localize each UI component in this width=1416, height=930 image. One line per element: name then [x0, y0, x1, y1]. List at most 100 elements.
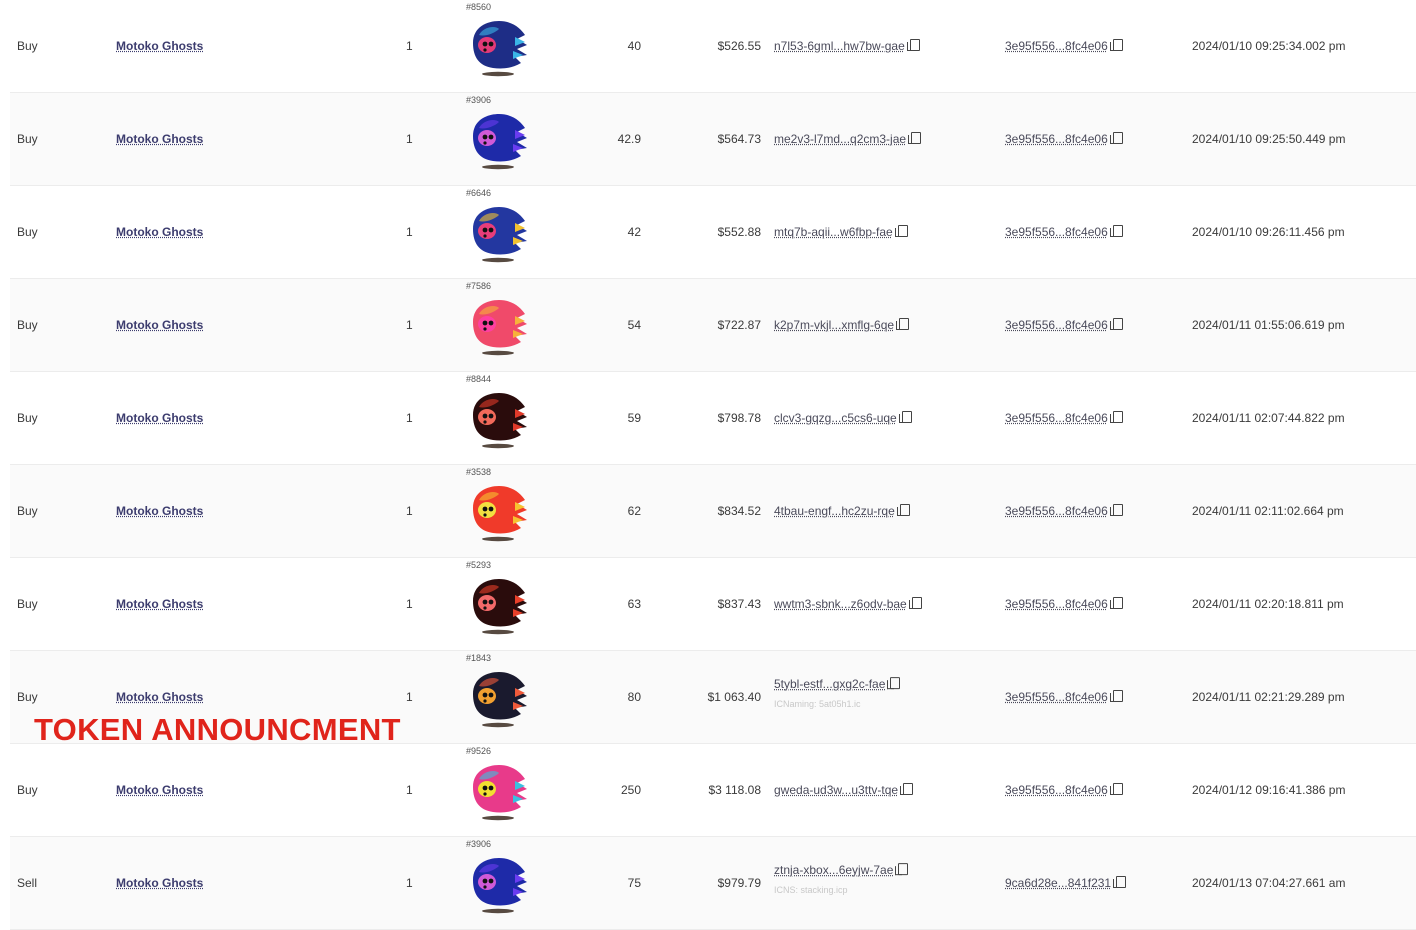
from-address-cell: 5tybl-estf...gxg2c-fae ICNaming: 5at05h1…: [774, 677, 900, 709]
to-address-link[interactable]: 3e95f556...8fc4e06: [1005, 411, 1108, 425]
collection-link[interactable]: Motoko Ghosts: [116, 39, 203, 53]
from-address-link[interactable]: n7l53-6gml...hw7bw-gae: [774, 39, 905, 53]
from-address-cell: gweda-ud3w...u3ttv-tqe: [774, 783, 913, 797]
copy-icon[interactable]: [890, 677, 900, 689]
table-row: Buy Motoko Ghosts 1 #8560 40 $526.55 n7l…: [10, 0, 1416, 93]
nft-ghost-image[interactable]: [465, 666, 531, 728]
tx-type: Buy: [17, 783, 38, 797]
table-row: Buy Motoko Ghosts 1 #9526 250 $3 118.08 …: [10, 744, 1416, 837]
copy-icon[interactable]: [1113, 504, 1123, 516]
to-address-link[interactable]: 3e95f556...8fc4e06: [1005, 597, 1108, 611]
table-row: Buy Motoko Ghosts 1 #7586 54 $722.87 k2p…: [10, 279, 1416, 372]
from-address-link[interactable]: me2v3-l7md...q2cm3-jae: [774, 132, 906, 146]
token-id: #8560: [466, 2, 491, 12]
from-name-label: ICNaming: 5at05h1.ic: [774, 699, 900, 709]
copy-icon[interactable]: [1113, 318, 1123, 330]
from-address-link[interactable]: 4tbau-engf...hc2zu-rqe: [774, 504, 895, 518]
price-icp: 250: [621, 783, 641, 797]
quantity: 1: [406, 597, 413, 611]
nft-ghost-image[interactable]: [465, 294, 531, 356]
copy-icon[interactable]: [902, 411, 912, 423]
token-id: #8844: [466, 374, 491, 384]
collection-link[interactable]: Motoko Ghosts: [116, 876, 203, 890]
from-address-cell: n7l53-6gml...hw7bw-gae: [774, 39, 920, 53]
from-address-link[interactable]: 5tybl-estf...gxg2c-fae: [774, 677, 885, 691]
quantity: 1: [406, 39, 413, 53]
from-address-link[interactable]: wwtm3-sbnk...z6odv-bae: [774, 597, 907, 611]
collection-link[interactable]: Motoko Ghosts: [116, 318, 203, 332]
to-address-link[interactable]: 3e95f556...8fc4e06: [1005, 225, 1108, 239]
token-id: #5293: [466, 560, 491, 570]
nft-ghost-image[interactable]: [465, 15, 531, 77]
copy-icon[interactable]: [910, 39, 920, 51]
collection-link[interactable]: Motoko Ghosts: [116, 783, 203, 797]
quantity: 1: [406, 690, 413, 704]
nft-ghost-image[interactable]: [465, 573, 531, 635]
copy-icon[interactable]: [1116, 876, 1126, 888]
from-address-link[interactable]: gweda-ud3w...u3ttv-tqe: [774, 783, 898, 797]
from-address-cell: me2v3-l7md...q2cm3-jae: [774, 132, 921, 146]
collection-link[interactable]: Motoko Ghosts: [116, 690, 203, 704]
nft-ghost-image[interactable]: [465, 108, 531, 170]
quantity: 1: [406, 876, 413, 890]
to-address-link[interactable]: 3e95f556...8fc4e06: [1005, 39, 1108, 53]
collection-link[interactable]: Motoko Ghosts: [116, 132, 203, 146]
to-address-link[interactable]: 3e95f556...8fc4e06: [1005, 132, 1108, 146]
tx-type: Sell: [17, 876, 37, 890]
copy-icon[interactable]: [1113, 132, 1123, 144]
price-usd: $3 118.08: [709, 783, 762, 797]
copy-icon[interactable]: [898, 863, 908, 875]
to-address-link[interactable]: 3e95f556...8fc4e06: [1005, 318, 1108, 332]
copy-icon[interactable]: [912, 597, 922, 609]
price-usd: $552.88: [718, 225, 761, 239]
from-address-link[interactable]: mtq7b-aqii...w6fbp-fae: [774, 225, 893, 239]
collection-link[interactable]: Motoko Ghosts: [116, 504, 203, 518]
tx-type: Buy: [17, 690, 38, 704]
to-address-link[interactable]: 3e95f556...8fc4e06: [1005, 783, 1108, 797]
copy-icon[interactable]: [900, 504, 910, 516]
copy-icon[interactable]: [1113, 225, 1123, 237]
from-address-cell: 4tbau-engf...hc2zu-rqe: [774, 504, 910, 518]
price-icp: 75: [628, 876, 641, 890]
table-row: Buy Motoko Ghosts 1 #8844 59 $798.78 clc…: [10, 372, 1416, 465]
quantity: 1: [406, 783, 413, 797]
tx-date: 2024/01/11 02:07:44.822 pm: [1192, 411, 1345, 425]
copy-icon[interactable]: [1113, 39, 1123, 51]
copy-icon[interactable]: [911, 132, 921, 144]
from-address-link[interactable]: k2p7m-vkjl...xmflg-6qe: [774, 318, 894, 332]
transactions-table: Buy Motoko Ghosts 1 #8560 40 $526.55 n7l…: [10, 0, 1416, 930]
to-address-cell: 3e95f556...8fc4e06: [1005, 411, 1123, 425]
tx-date: 2024/01/11 01:55:06.619 pm: [1192, 318, 1345, 332]
price-icp: 54: [628, 318, 641, 332]
copy-icon[interactable]: [1113, 597, 1123, 609]
token-id: #7586: [466, 281, 491, 291]
nft-ghost-image[interactable]: [465, 480, 531, 542]
collection-link[interactable]: Motoko Ghosts: [116, 411, 203, 425]
token-id: #1843: [466, 653, 491, 663]
price-icp: 62: [628, 504, 641, 518]
price-icp: 40: [628, 39, 641, 53]
copy-icon[interactable]: [903, 783, 913, 795]
copy-icon[interactable]: [899, 318, 909, 330]
from-address-cell: k2p7m-vkjl...xmflg-6qe: [774, 318, 909, 332]
nft-ghost-image[interactable]: [465, 387, 531, 449]
to-address-link[interactable]: 9ca6d28e...841f231: [1005, 876, 1111, 890]
collection-link[interactable]: Motoko Ghosts: [116, 225, 203, 239]
copy-icon[interactable]: [1113, 690, 1123, 702]
collection-link[interactable]: Motoko Ghosts: [116, 597, 203, 611]
copy-icon[interactable]: [898, 225, 908, 237]
nft-ghost-image[interactable]: [465, 759, 531, 821]
price-usd: $526.55: [718, 39, 761, 53]
token-id: #3538: [466, 467, 491, 477]
to-address-link[interactable]: 3e95f556...8fc4e06: [1005, 504, 1108, 518]
to-address-link[interactable]: 3e95f556...8fc4e06: [1005, 690, 1108, 704]
tx-type: Buy: [17, 597, 38, 611]
copy-icon[interactable]: [1113, 783, 1123, 795]
token-id: #6646: [466, 188, 491, 198]
nft-ghost-image[interactable]: [465, 852, 531, 914]
from-address-link[interactable]: ztnja-xbox...6eyjw-7ae: [774, 863, 893, 877]
copy-icon[interactable]: [1113, 411, 1123, 423]
from-address-link[interactable]: clcv3-gqzg...c5cs6-uqe: [774, 411, 897, 425]
token-announcement-overlay: TOKEN ANNOUNCMENT: [34, 712, 401, 748]
nft-ghost-image[interactable]: [465, 201, 531, 263]
